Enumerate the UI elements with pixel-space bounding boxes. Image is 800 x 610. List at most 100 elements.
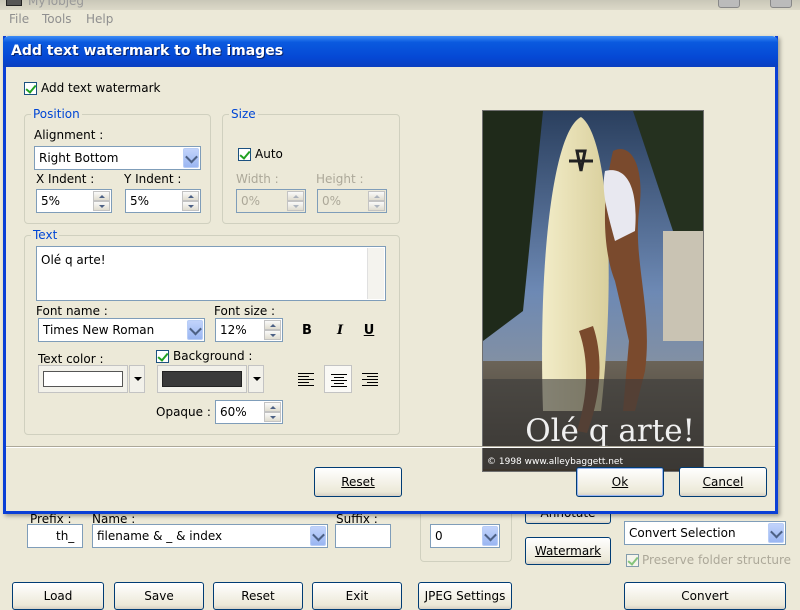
background-color-swatch [162, 371, 242, 387]
preserve-folder-checkbox[interactable] [626, 554, 639, 567]
save-label: Save [144, 589, 174, 603]
spinner-icon[interactable] [93, 191, 110, 211]
cancel-button[interactable]: Cancel [679, 467, 767, 497]
spinner-icon[interactable] [264, 402, 281, 422]
preview-overlay-text: Olé q arte! [525, 413, 695, 449]
exit-label: Exit [345, 589, 369, 603]
chevron-down-icon[interactable] [248, 365, 264, 393]
reset-button[interactable]: Reset [314, 467, 402, 497]
x-indent-stepper[interactable]: 5% [36, 189, 112, 213]
watermark-text-area[interactable]: Olé q arte! [36, 246, 386, 301]
alignment-dropdown[interactable]: Right Bottom [34, 146, 201, 170]
load-button[interactable]: Load [12, 582, 104, 610]
text-color-picker[interactable] [38, 365, 128, 393]
name-dropdown[interactable]: filename & _ & index [92, 524, 328, 548]
watermark-text-value: Olé q arte! [41, 253, 106, 267]
width-stepper[interactable]: 0% [236, 189, 306, 213]
app-icon [6, 0, 22, 6]
watermark-dialog: Add text watermark to the images Add tex… [3, 36, 778, 514]
reset-label: Reset [341, 475, 375, 489]
alignment-value: Right Bottom [39, 151, 119, 165]
width-label: Width : [236, 172, 279, 186]
index-value: 0 [435, 529, 443, 543]
watermark-button[interactable]: Watermark [525, 537, 611, 565]
jpeg-settings-button[interactable]: JPEG Settings [418, 582, 512, 610]
underline-button[interactable]: U [357, 318, 381, 342]
ok-label: Ok [611, 475, 629, 489]
reset-main-label: Reset [241, 589, 275, 603]
chevron-down-icon[interactable] [129, 365, 145, 393]
font-size-stepper[interactable]: 12% [215, 318, 283, 342]
align-left-button[interactable] [292, 365, 320, 393]
minimize-icon[interactable] [718, 0, 740, 8]
close-icon[interactable] [770, 0, 792, 8]
menu-help[interactable]: Help [86, 12, 113, 26]
opaque-stepper[interactable]: 60% [215, 400, 283, 424]
chevron-down-icon[interactable] [187, 320, 203, 340]
exit-button[interactable]: Exit [312, 582, 402, 610]
y-indent-label: Y Indent : [124, 172, 182, 186]
prefix-value: th_ [56, 529, 75, 543]
x-indent-label: X Indent : [36, 172, 95, 186]
chevron-down-icon[interactable] [310, 526, 326, 546]
y-indent-stepper[interactable]: 5% [125, 189, 201, 213]
add-watermark-label: Add text watermark [41, 81, 161, 95]
background-color-picker[interactable] [157, 365, 247, 393]
dialog-separator [6, 446, 775, 448]
bold-label: B [302, 322, 312, 338]
x-indent-value: 5% [41, 194, 61, 208]
background-checkbox[interactable] [156, 350, 169, 363]
prefix-input[interactable]: th_ [27, 524, 83, 548]
convert-label: Convert [681, 589, 729, 603]
position-group-title: Position [31, 107, 82, 121]
convert-mode-dropdown[interactable]: Convert Selection [624, 521, 786, 545]
text-color-label: Text color : [38, 352, 104, 366]
save-button[interactable]: Save [114, 582, 204, 610]
alignment-label: Alignment : [34, 128, 104, 142]
chevron-down-icon[interactable] [768, 523, 784, 543]
opaque-label: Opaque : [156, 405, 211, 419]
load-label: Load [43, 589, 73, 603]
italic-button[interactable]: I [328, 318, 352, 342]
height-value: 0% [322, 194, 342, 208]
ok-button[interactable]: Ok [576, 467, 664, 497]
text-scrollbar[interactable] [367, 248, 384, 299]
chevron-down-icon[interactable] [482, 526, 498, 546]
add-watermark-checkbox[interactable] [24, 82, 37, 95]
spinner-icon[interactable] [287, 191, 304, 211]
bold-button[interactable]: B [295, 318, 319, 342]
spinner-icon[interactable] [368, 191, 385, 211]
main-bottom-area: Prefix : th_ Name : filename & _ & index… [0, 502, 800, 610]
height-stepper[interactable]: 0% [317, 189, 387, 213]
cancel-label: Cancel [702, 475, 744, 489]
preview-image: Olé q arte! © 1998 www.alleybaggett.net [482, 110, 704, 472]
main-titlebar: MyTobjeg [0, 0, 800, 10]
font-name-value: Times New Roman [43, 323, 155, 337]
menu-tools[interactable]: Tools [42, 12, 72, 26]
spinner-icon[interactable] [182, 191, 199, 211]
text-color-swatch [43, 371, 123, 387]
index-dropdown[interactable]: 0 [430, 524, 500, 548]
align-center-button[interactable] [324, 365, 352, 393]
font-size-label: Font size : [214, 304, 276, 318]
menu-file[interactable]: File [9, 12, 29, 26]
font-name-dropdown[interactable]: Times New Roman [38, 318, 205, 342]
chevron-down-icon[interactable] [183, 148, 199, 168]
font-size-value: 12% [220, 323, 247, 337]
reset-main-button[interactable]: Reset [213, 582, 303, 610]
app-title: MyTobjeg [28, 0, 85, 8]
auto-size-label: Auto [255, 147, 283, 161]
background-label: Background : [173, 349, 253, 363]
dialog-titlebar[interactable]: Add text watermark to the images [3, 36, 778, 67]
width-value: 0% [241, 194, 261, 208]
align-right-button[interactable] [356, 365, 384, 393]
auto-size-checkbox[interactable] [238, 148, 251, 161]
jpeg-settings-label: JPEG Settings [424, 589, 506, 603]
suffix-input[interactable] [335, 524, 391, 548]
dialog-title: Add text watermark to the images [11, 43, 284, 59]
convert-button[interactable]: Convert [624, 582, 786, 610]
spinner-icon[interactable] [264, 320, 281, 340]
text-group-title: Text [31, 228, 60, 242]
opaque-value: 60% [220, 405, 247, 419]
menubar: File Tools Help [0, 12, 800, 30]
